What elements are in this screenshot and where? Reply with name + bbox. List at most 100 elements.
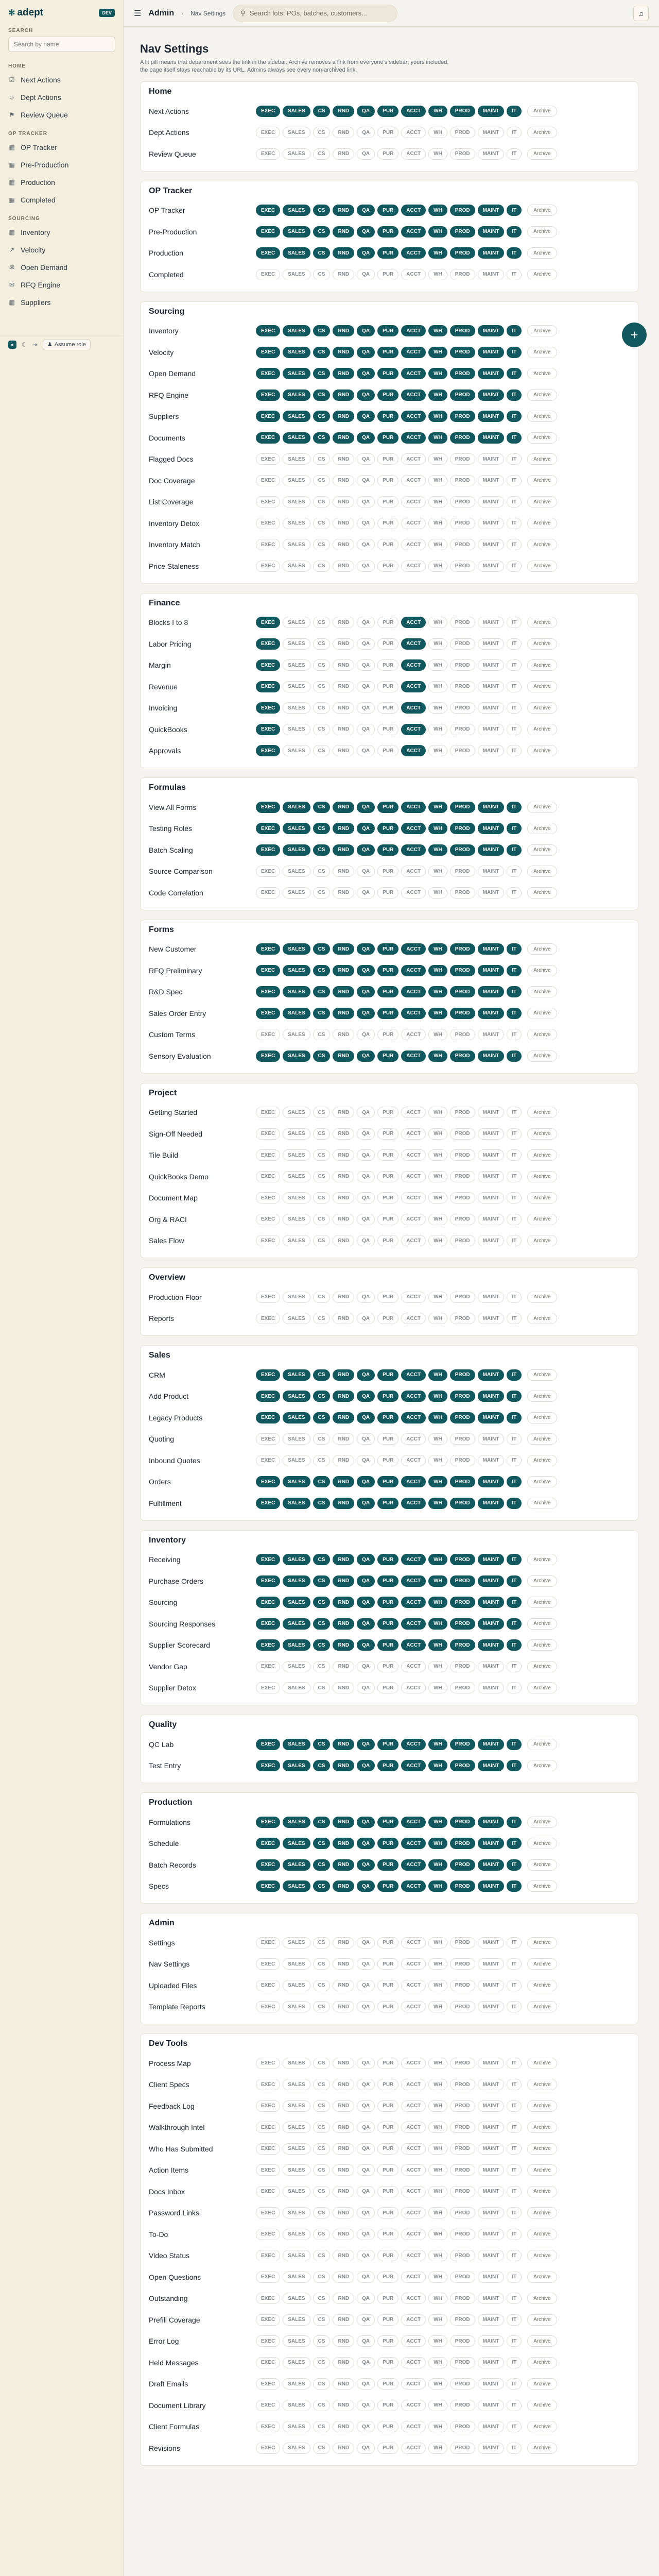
dept-pill-wh[interactable]: WH [428,1313,447,1325]
dept-pill-qa[interactable]: QA [357,105,375,117]
dept-pill-rnd[interactable]: RND [333,127,355,139]
archive-button[interactable]: Archive [527,1979,557,1991]
dept-pill-exec[interactable]: EXEC [256,2335,281,2347]
dept-pill-maint[interactable]: MAINT [477,127,505,139]
dept-pill-it[interactable]: IT [507,2057,522,2069]
dept-pill-prod[interactable]: PROD [449,866,475,877]
dept-pill-prod[interactable]: PROD [449,368,475,380]
dept-pill-maint[interactable]: MAINT [477,844,505,856]
dept-pill-maint[interactable]: MAINT [477,801,505,813]
dept-pill-it[interactable]: IT [507,1660,522,1672]
dept-pill-wh[interactable]: WH [428,2207,447,2219]
dept-pill-rnd[interactable]: RND [333,496,355,508]
dept-pill-rnd[interactable]: RND [333,1639,355,1651]
dept-pill-sales[interactable]: SALES [283,2250,310,2262]
dept-pill-it[interactable]: IT [507,2228,522,2240]
dept-pill-sales[interactable]: SALES [283,432,310,444]
dept-pill-rnd[interactable]: RND [333,432,355,444]
archive-button[interactable]: Archive [527,2378,557,2390]
dept-pill-qa[interactable]: QA [357,1454,375,1466]
dept-pill-it[interactable]: IT [507,1235,522,1247]
dept-pill-pur[interactable]: PUR [377,1029,399,1041]
archive-button[interactable]: Archive [527,325,557,337]
dept-pill-maint[interactable]: MAINT [477,1412,505,1423]
archive-button[interactable]: Archive [527,247,557,259]
dept-pill-maint[interactable]: MAINT [477,1738,505,1750]
dept-pill-exec[interactable]: EXEC [256,453,281,465]
dept-pill-it[interactable]: IT [507,474,522,486]
dept-pill-it[interactable]: IT [507,1454,522,1466]
dept-pill-it[interactable]: IT [507,1639,522,1651]
dept-pill-cs[interactable]: CS [313,247,331,259]
dept-pill-qa[interactable]: QA [357,1313,375,1325]
dept-pill-wh[interactable]: WH [428,2421,447,2433]
dept-pill-pur[interactable]: PUR [377,745,399,757]
dept-pill-wh[interactable]: WH [428,1007,447,1019]
dept-pill-it[interactable]: IT [507,1291,522,1303]
archive-button[interactable]: Archive [527,1738,557,1750]
dept-pill-qa[interactable]: QA [357,1029,375,1041]
dept-pill-exec[interactable]: EXEC [256,2357,281,2368]
dept-pill-qa[interactable]: QA [357,2357,375,2368]
dept-pill-qa[interactable]: QA [357,1391,375,1402]
archive-button[interactable]: Archive [527,2100,557,2112]
dept-pill-sales[interactable]: SALES [283,1618,310,1630]
dept-pill-prod[interactable]: PROD [449,1433,475,1445]
dept-pill-rnd[interactable]: RND [333,2335,355,2347]
dept-pill-it[interactable]: IT [507,346,522,358]
dept-pill-wh[interactable]: WH [428,1149,447,1161]
dept-pill-maint[interactable]: MAINT [477,1575,505,1587]
dept-pill-prod[interactable]: PROD [449,1859,475,1871]
dept-pill-acct[interactable]: ACCT [401,2143,426,2155]
dept-pill-prod[interactable]: PROD [449,745,475,757]
archive-button[interactable]: Archive [527,1597,557,1608]
dept-pill-prod[interactable]: PROD [449,1107,475,1118]
dept-pill-acct[interactable]: ACCT [401,2271,426,2283]
dept-pill-wh[interactable]: WH [428,1433,447,1445]
dept-pill-exec[interactable]: EXEC [256,2122,281,2133]
dept-pill-wh[interactable]: WH [428,2001,447,2013]
dept-pill-it[interactable]: IT [507,823,522,835]
dept-pill-cs[interactable]: CS [313,517,331,529]
dept-pill-acct[interactable]: ACCT [401,1497,426,1509]
dept-pill-prod[interactable]: PROD [449,1235,475,1247]
archive-button[interactable]: Archive [527,2164,557,2176]
dept-pill-pur[interactable]: PUR [377,2001,399,2013]
dept-pill-prod[interactable]: PROD [449,1412,475,1423]
dept-pill-rnd[interactable]: RND [333,723,355,735]
dept-pill-cs[interactable]: CS [313,1213,331,1225]
dept-pill-maint[interactable]: MAINT [477,389,505,401]
dept-pill-it[interactable]: IT [507,2399,522,2411]
dept-pill-qa[interactable]: QA [357,745,375,757]
dept-pill-sales[interactable]: SALES [283,2057,310,2069]
dept-pill-acct[interactable]: ACCT [401,1213,426,1225]
dept-pill-prod[interactable]: PROD [449,453,475,465]
dept-pill-qa[interactable]: QA [357,432,375,444]
dept-pill-qa[interactable]: QA [357,226,375,238]
dept-pill-pur[interactable]: PUR [377,2421,399,2433]
dept-pill-maint[interactable]: MAINT [477,823,505,835]
dept-pill-acct[interactable]: ACCT [401,1149,426,1161]
dept-pill-it[interactable]: IT [507,2271,522,2283]
dept-pill-maint[interactable]: MAINT [477,1476,505,1488]
dept-pill-qa[interactable]: QA [357,517,375,529]
dept-pill-prod[interactable]: PROD [449,2357,475,2368]
dept-pill-cs[interactable]: CS [313,127,331,139]
dept-pill-cs[interactable]: CS [313,1554,331,1566]
dept-pill-exec[interactable]: EXEC [256,1738,281,1750]
dept-pill-exec[interactable]: EXEC [256,681,281,692]
dept-pill-pur[interactable]: PUR [377,1391,399,1402]
dept-pill-cs[interactable]: CS [313,617,331,629]
dept-pill-acct[interactable]: ACCT [401,1029,426,1041]
archive-button[interactable]: Archive [527,964,557,976]
dept-pill-pur[interactable]: PUR [377,1454,399,1466]
dept-pill-maint[interactable]: MAINT [477,1454,505,1466]
dept-pill-cs[interactable]: CS [313,148,331,160]
dept-pill-maint[interactable]: MAINT [477,2122,505,2133]
dept-pill-it[interactable]: IT [507,1979,522,1991]
dept-pill-pur[interactable]: PUR [377,2079,399,2091]
dept-pill-prod[interactable]: PROD [449,1597,475,1608]
sidebar-item-completed[interactable]: ▦ Completed [0,191,123,209]
dept-pill-pur[interactable]: PUR [377,1880,399,1892]
dept-pill-wh[interactable]: WH [428,1029,447,1041]
